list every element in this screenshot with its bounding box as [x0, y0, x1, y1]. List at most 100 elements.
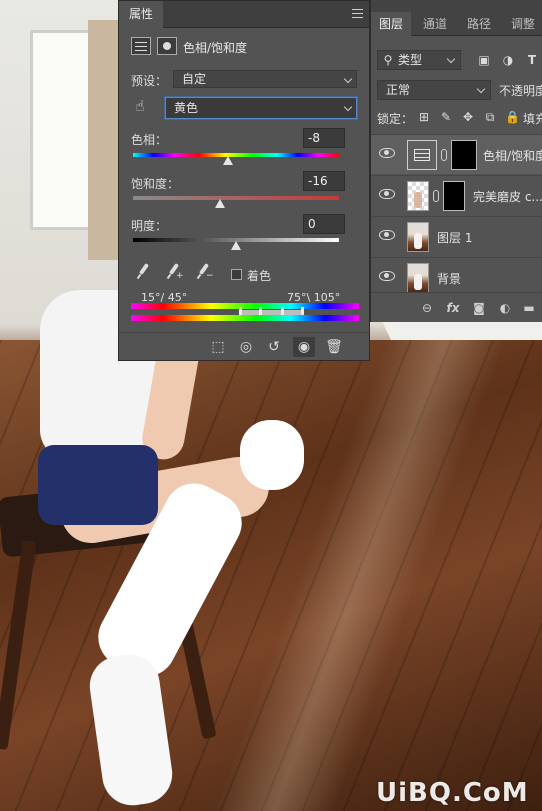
properties-panel: 属性 色相/饱和度 预设： 自定 ☝ 黄色 色相： -8 饱和度： -16 明度… — [118, 0, 370, 361]
preset-label: 预设： — [131, 74, 168, 88]
color-spectrum-top — [131, 303, 359, 309]
blend-mode-select[interactable]: 正常 — [377, 80, 491, 100]
kind-filter-value: 类型 — [398, 53, 423, 67]
thumbnail-figure — [414, 192, 422, 208]
visibility-eye-icon[interactable] — [379, 230, 395, 240]
layer-mask-thumbnail[interactable] — [443, 181, 465, 211]
layer-row-background[interactable]: 背景 — [371, 257, 542, 297]
adjustment-layer-thumbnail — [407, 140, 437, 170]
saturation-input[interactable]: -16 — [303, 171, 345, 191]
chevron-down-icon — [476, 84, 486, 94]
layer-name: 背景 — [437, 272, 462, 286]
link-chain-icon — [441, 149, 447, 161]
preset-select[interactable]: 自定 — [173, 70, 357, 88]
chevron-down-icon — [343, 102, 353, 112]
clip-to-layer-icon[interactable]: ⬚ — [207, 337, 229, 357]
kind-filter-select[interactable]: ⚲ 类型 — [377, 50, 461, 70]
layers-tabs: 图层 通道 路径 调整 — [371, 0, 542, 36]
chevron-down-icon — [343, 74, 353, 84]
type-filter-icon[interactable]: T — [525, 53, 539, 67]
colorize-label: 着色 — [247, 269, 272, 283]
thumbnail-figure — [414, 274, 422, 290]
fx-icon[interactable]: fx — [445, 300, 461, 316]
layer-row-smart-filter[interactable]: 完美磨皮 c... — [371, 175, 542, 215]
lock-label: 锁定： — [377, 112, 414, 126]
layer-name: 完美磨皮 c... — [473, 190, 542, 204]
layer-mask-thumbnail[interactable] — [451, 140, 477, 170]
lock-paint-icon[interactable]: ✎ — [439, 110, 453, 124]
new-group-icon[interactable]: ▬ — [521, 300, 537, 316]
blend-mode-value: 正常 — [386, 83, 411, 97]
adjustment-title: 色相/饱和度 — [183, 41, 248, 55]
eyedropper-subtract-icon[interactable]: − — [195, 263, 214, 281]
properties-header: 属性 — [119, 1, 369, 28]
hue-slider-track[interactable] — [133, 153, 339, 157]
tab-channels[interactable]: 通道 — [415, 12, 455, 36]
eyedropper-icon[interactable] — [135, 263, 151, 281]
tab-layers[interactable]: 图层 — [371, 12, 412, 36]
tab-adjustments[interactable]: 调整 — [503, 12, 542, 36]
reset-icon[interactable]: ↺ — [263, 337, 285, 357]
visibility-eye-icon[interactable] — [379, 271, 395, 281]
saturation-slider-track[interactable] — [133, 196, 339, 200]
girl-sock — [240, 420, 304, 490]
layer-row-hue-saturation[interactable]: 色相/饱和度 — [371, 134, 542, 174]
hue-label: 色相： — [131, 133, 168, 147]
colorize-checkbox[interactable] — [231, 269, 242, 280]
panel-menu-icon[interactable] — [352, 9, 363, 18]
view-previous-icon[interactable]: ◎ — [235, 337, 257, 357]
thumbnail-figure — [414, 233, 422, 249]
layers-footer: ⊖ fx ◙ ◐ ▬ — [371, 292, 542, 322]
lock-artboard-icon[interactable]: ⧉ — [483, 110, 497, 124]
layers-panel: 图层 通道 路径 调整 ⚲ 类型 ▣ ◑ T 正常 不透明度 锁定： ⊞ ✎ ✥… — [370, 0, 542, 322]
lightness-label: 明度： — [131, 219, 168, 233]
girl-shorts — [38, 445, 158, 525]
eyedropper-add-icon[interactable]: + — [165, 263, 184, 281]
add-mask-icon[interactable]: ◙ — [471, 300, 487, 316]
visibility-eye-icon[interactable]: ◉ — [293, 337, 315, 357]
layer-thumbnail — [407, 222, 429, 252]
link-layers-icon[interactable]: ⊖ — [419, 300, 435, 316]
hue-input[interactable]: -8 — [303, 128, 345, 148]
channel-row: ☝ 黄色 — [131, 97, 361, 119]
hue-slider-thumb[interactable] — [222, 156, 233, 165]
lightness-input[interactable]: 0 — [303, 214, 345, 234]
channel-select[interactable]: 黄色 — [165, 97, 357, 119]
adjustment-icon[interactable] — [131, 37, 151, 55]
hand-target-icon[interactable]: ☝ — [133, 99, 147, 114]
delete-icon[interactable]: 🗑 — [323, 337, 345, 357]
channel-value: 黄色 — [174, 101, 199, 115]
link-chain-icon — [433, 190, 439, 202]
tab-properties[interactable]: 属性 — [119, 1, 164, 28]
tab-paths[interactable]: 路径 — [459, 12, 499, 36]
fill-label: 填充 — [523, 112, 542, 126]
adjustment-filter-icon[interactable]: ◑ — [501, 53, 515, 67]
lightness-slider-thumb[interactable] — [231, 241, 241, 250]
visibility-eye-icon[interactable] — [379, 189, 395, 199]
preset-value: 自定 — [182, 72, 207, 86]
saturation-label: 饱和度： — [131, 177, 180, 191]
layer-name: 色相/饱和度 — [483, 149, 542, 163]
hue-saturation-icon — [414, 149, 430, 161]
lock-transparent-icon[interactable]: ⊞ — [417, 110, 431, 124]
lock-all-icon[interactable]: 🔒 — [505, 110, 520, 124]
mask-icon[interactable] — [157, 37, 177, 55]
opacity-label: 不透明度 — [499, 84, 542, 98]
new-adjustment-icon[interactable]: ◐ — [497, 300, 513, 316]
lock-position-icon[interactable]: ✥ — [461, 110, 475, 124]
background-curtain — [88, 20, 118, 260]
adjustment-header: 色相/饱和度 — [131, 37, 361, 57]
layer-name: 图层 1 — [437, 231, 473, 245]
chevron-down-icon — [446, 54, 456, 64]
watermark: UiBQ.CoM — [376, 778, 529, 808]
color-spectrum-bottom — [131, 315, 359, 321]
preset-row: 预设： 自定 — [131, 70, 361, 90]
image-filter-icon[interactable]: ▣ — [477, 53, 491, 67]
layer-thumbnail — [407, 263, 429, 293]
properties-footer: ⬚ ◎ ↺ ◉ 🗑 — [119, 332, 369, 360]
search-icon: ⚲ — [383, 53, 393, 67]
visibility-eye-icon[interactable] — [379, 148, 395, 158]
saturation-slider-thumb[interactable] — [214, 199, 225, 208]
layer-thumbnail — [407, 181, 429, 211]
layer-row-layer-1[interactable]: 图层 1 — [371, 216, 542, 256]
